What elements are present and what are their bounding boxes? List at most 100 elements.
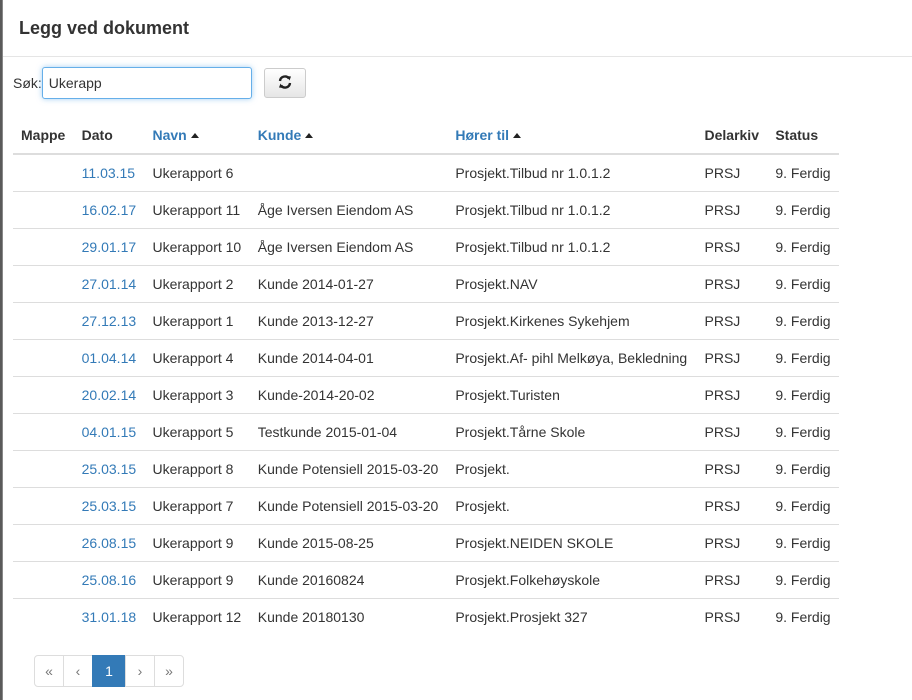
cell-delarkiv: PRSJ (696, 450, 768, 488)
cell-kunde: Åge Iversen Eiendom AS (249, 228, 448, 266)
cell-mappe (13, 487, 74, 525)
col-horer-til-sort[interactable]: Hører til (447, 116, 697, 155)
cell-status: 9. Ferdig (767, 191, 839, 229)
cell-kunde: Kunde Potensiell 2015-03-20 (249, 487, 448, 525)
page-last-button[interactable]: » (154, 655, 184, 687)
cell-horer-til: Prosjekt.Af- pihl Melkøya, Bekledning (447, 339, 697, 377)
cell-dato-link[interactable]: 26.08.15 (73, 524, 145, 562)
search-input[interactable] (41, 67, 252, 99)
cell-kunde (250, 154, 448, 192)
col-mappe: Mappe (13, 116, 74, 155)
cell-delarkiv: PRSJ (696, 524, 768, 562)
page-current-button[interactable]: 1 (92, 655, 126, 687)
cell-status: 9. Ferdig (767, 302, 839, 340)
cell-status: 9. Ferdig (767, 524, 839, 562)
cell-status: 9. Ferdig (767, 450, 839, 488)
cell-mappe (13, 154, 74, 192)
cell-kunde: Kunde-2014-20-02 (249, 376, 448, 414)
table-row: 04.01.15 Ukerapport 5 Testkunde 2015-01-04… (13, 413, 839, 451)
cell-delarkiv: PRSJ (696, 302, 768, 340)
table-body: 11.03.15 Ukerapport 6 Prosjekt.Tilbud nr 1… (13, 154, 839, 635)
cell-kunde: Kunde 20160824 (249, 561, 448, 599)
cell-navn: Ukerapport 8 (144, 450, 250, 488)
table-row: 11.03.15 Ukerapport 6 Prosjekt.Tilbud nr 1… (13, 154, 839, 192)
cell-horer-til: Prosjekt.Tilbud nr 1.0.1.2 (447, 228, 697, 266)
cell-horer-til: Prosjekt.Tilbud nr 1.0.1.2 (455, 165, 611, 181)
cell-dato-link[interactable]: 25.08.16 (73, 561, 145, 599)
cell-kunde: Kunde 2014-01-27 (249, 265, 448, 303)
cell-dato-link[interactable]: 25.03.15 (73, 487, 145, 525)
col-horer-til-label: Hører til (455, 126, 510, 143)
cell-dato-link[interactable]: 27.12.13 (73, 302, 145, 340)
table-row: 29.01.17 Ukerapport 10 Åge Iversen Eiendom… (13, 228, 839, 266)
cell-delarkiv: PRSJ (696, 561, 768, 599)
cell-dato-link[interactable]: 04.01.15 (73, 413, 145, 451)
cell-status: 9. Ferdig (767, 598, 839, 635)
cell-status: 9. Ferdig (767, 265, 839, 303)
refresh-button[interactable] (263, 68, 306, 98)
cell-horer-til: Prosjekt.Kirkenes Sykehjem (447, 302, 697, 340)
page-next-button[interactable]: › (125, 655, 155, 687)
modal-header: Legg ved dokument (3, 0, 912, 57)
cell-mappe (13, 561, 74, 599)
cell-navn: Ukerapport 10 (144, 228, 250, 266)
page-prev-button[interactable]: ‹ (63, 655, 93, 687)
table-row: 16.02.17 Ukerapport 11 Åge Iversen Eiendom… (13, 191, 839, 229)
cell-delarkiv: PRSJ (696, 598, 768, 635)
cell-horer-til: Prosjekt.Turisten (447, 376, 697, 414)
cell-mappe (13, 376, 74, 414)
cell-dato-link[interactable]: 25.03.15 (73, 450, 145, 488)
cell-dato-link[interactable]: 27.01.14 (73, 265, 145, 303)
cell-delarkiv: PRSJ (696, 265, 768, 303)
cell-delarkiv: PRSJ (696, 191, 768, 229)
cell-delarkiv: PRSJ (696, 487, 768, 525)
cell-mappe (13, 598, 74, 635)
cell-mappe (13, 265, 74, 303)
cell-horer-til: Prosjekt.Tilbud nr 1.0.1.2 (447, 191, 697, 229)
sort-asc-icon (513, 132, 522, 138)
col-delarkiv: Delarkiv (696, 116, 768, 155)
cell-mappe (13, 413, 74, 451)
cell-status: 9. Ferdig (767, 413, 839, 451)
table-row: 20.02.14 Ukerapport 3 Kunde-2014-20-02 Pros… (13, 376, 839, 414)
cell-navn: Ukerapport 9 (144, 561, 250, 599)
col-kunde-sort[interactable]: Kunde (249, 116, 448, 155)
cell-dato-link[interactable]: 29.01.17 (73, 228, 145, 266)
cell-kunde: Kunde 20180130 (249, 598, 448, 635)
cell-dato-link[interactable]: 11.03.15 (74, 154, 145, 192)
cell-navn: Ukerapport 7 (144, 487, 250, 525)
cell-mappe (13, 450, 74, 488)
cell-dato-link[interactable]: 16.02.17 (73, 191, 145, 229)
cell-dato-link[interactable]: 01.04.14 (73, 339, 145, 377)
cell-delarkiv: PRSJ (696, 376, 768, 414)
cell-horer-til: Prosjekt.NEIDEN SKOLE (447, 524, 697, 562)
cell-kunde: Kunde 2014-04-01 (249, 339, 448, 377)
cell-kunde: Kunde Potensiell 2015-03-20 (249, 450, 448, 488)
col-status: Status (767, 116, 839, 155)
cell-delarkiv: PRSJ (696, 228, 768, 266)
table-row: 27.01.14 Ukerapport 2 Kunde 2014-01-27 Pros… (13, 265, 839, 303)
cell-navn: Ukerapport 12 (144, 598, 250, 635)
attach-document-modal: Legg ved dokument Søk: Mappe Dato Navn K… (2, 0, 912, 700)
table-row: 01.04.14 Ukerapport 4 Kunde 2014-04-01 Pros… (13, 339, 839, 377)
col-navn-sort[interactable]: Navn (144, 116, 250, 155)
sort-asc-icon (305, 132, 314, 138)
sort-asc-icon (190, 132, 199, 138)
cell-navn: Ukerapport 6 (152, 165, 234, 181)
page-first-button[interactable]: « (34, 655, 64, 687)
table-row: 31.01.18 Ukerapport 12 Kunde 20180130 Prosj… (13, 598, 839, 635)
cell-dato-link[interactable]: 31.01.18 (73, 598, 145, 635)
cell-navn: Ukerapport 1 (144, 302, 250, 340)
col-kunde-label: Kunde (257, 126, 302, 143)
table-row: 25.08.16 Ukerapport 9 Kunde 20160824 Prosje… (13, 561, 839, 599)
cell-navn: Ukerapport 11 (144, 191, 250, 229)
cell-navn: Ukerapport 5 (144, 413, 250, 451)
cell-mappe (13, 191, 74, 229)
table-row: 25.03.15 Ukerapport 7 Kunde Potensiell 201… (13, 487, 839, 525)
cell-mappe (13, 339, 74, 377)
pagination: « ‹ 1 › » (34, 655, 184, 687)
cell-dato-link[interactable]: 20.02.14 (73, 376, 145, 414)
cell-status: 9. Ferdig (767, 561, 839, 599)
cell-horer-til: Prosjekt. (447, 487, 697, 525)
cell-mappe (13, 524, 74, 562)
